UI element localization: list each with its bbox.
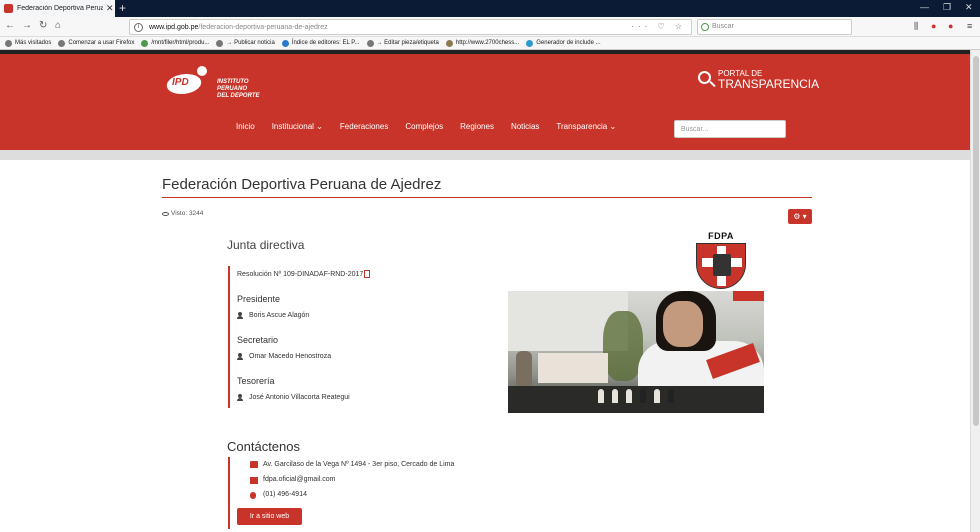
contact-heading: Contáctenos [227,439,300,454]
page-title: Federación Deportiva Peruana de Ajedrez [162,176,442,193]
user-icon [237,353,243,360]
role-title: Secretario [237,335,279,345]
url-text: www.ipd.gob.pe/federacion-deportiva-peru… [149,23,328,31]
browser-toolbar: ← → ↻ ⌂ i www.ipd.gob.pe/federacion-depo… [0,17,980,37]
bookmark-item[interactable]: /mnt/filer/html/produ... [141,39,209,47]
shield-icon [696,243,746,289]
reload-icon[interactable]: ↻ [39,20,47,31]
role-name: Omar Macedo Henostroza [249,353,332,360]
bookmark-item[interactable]: Más visitados [5,39,51,47]
nav-item-regiones[interactable]: Regiones [460,122,494,131]
addon-icon[interactable]: ● [931,21,936,31]
search-engine-icon [701,23,709,31]
bookmarks-bar: Más visitados Comenzar a usar Firefox /m… [0,37,980,50]
role-title: Tesorería [237,376,275,386]
nav-item-inicio[interactable]: Inicio [236,122,255,131]
contact-address: Av. Garcilaso de la Vega Nº 1494 - 3er p… [263,461,455,468]
main-nav: Inicio Institucional ⌄ Federaciones Comp… [236,122,633,131]
header-divider [0,150,970,160]
role-title: Presidente [237,294,281,304]
browser-tab[interactable]: Federación Deportiva Peruana ✕ [0,0,115,17]
ipd-logo-text: INSTITUTO PERUANO DEL DEPORTE [217,78,260,99]
transparency-portal-link[interactable]: PORTAL DE TRANSPARENCIA [697,68,819,90]
close-tab-icon[interactable]: ✕ [106,3,114,14]
close-window-icon[interactable]: ✕ [965,2,973,13]
page-actions-icons[interactable]: ··· ♡ ☆ [631,22,686,31]
contact-email[interactable]: fdpa.oficial@gmail.com [263,476,335,483]
fdpa-logo: FDPA [696,231,746,289]
fdpa-logo-text: FDPA [708,231,734,241]
restore-icon[interactable]: ❐ [943,2,951,13]
url-bar[interactable]: i www.ipd.gob.pe/federacion-deportiva-pe… [129,19,692,35]
new-tab-icon[interactable]: + [119,1,126,15]
web-page: IPD INSTITUTO PERUANO DEL DEPORTE PORTAL… [0,50,970,532]
junta-accent-bar [228,266,230,408]
bookmark-item[interactable]: Índice de editores: EL P... [281,39,360,47]
ipd-logo-mark: IPD [164,66,213,100]
contact-phone: (01) 496-4914 [263,491,307,498]
nav-item-complejos[interactable]: Complejos [405,122,443,131]
phone-icon [250,492,256,499]
pdf-icon [364,270,371,278]
tab-title: Federación Deportiva Peruana [17,5,103,12]
addon2-icon[interactable]: ● [948,21,953,31]
nav-item-institucional[interactable]: Institucional ⌄ [272,122,323,131]
favicon-icon [4,4,13,13]
magnifier-icon [697,70,716,88]
website-button[interactable]: Ir a sitio web [237,508,302,525]
role-name: Boris Ascue Alagón [249,312,310,319]
nav-item-transparencia[interactable]: Transparencia ⌄ [556,122,616,131]
site-header: IPD INSTITUTO PERUANO DEL DEPORTE PORTAL… [0,54,970,150]
bookmark-item[interactable]: → Editar pieza/etiqueta [366,39,439,47]
chess-player-photo [508,291,764,413]
eye-icon [162,211,169,216]
bookmark-item[interactable]: http://www.2700chess... [445,39,519,47]
role-name: José Antonio Villacorta Reategui [249,394,350,401]
envelope-icon [250,477,258,484]
bookmark-item[interactable]: → Publicar noticia [216,39,275,47]
bookmark-item[interactable]: Generador de include ... [526,39,601,47]
browser-tab-bar: Federación Deportiva Peruana ✕ + — ❐ ✕ [0,0,980,17]
user-icon [237,312,243,319]
view-count: Visto: 3244 [162,210,203,217]
library-icon[interactable]: ⫼ [914,21,918,32]
nav-item-federaciones[interactable]: Federaciones [340,122,388,131]
info-icon[interactable]: i [134,22,143,32]
junta-heading: Junta directiva [227,238,305,252]
resolution-link[interactable]: Resolución Nº 109-DINADAF-RND-2017 [237,270,371,278]
user-icon [237,394,243,401]
article-tools-button[interactable]: ⚙ ▾ [788,209,812,224]
back-icon[interactable]: ← [5,20,15,31]
minimize-icon[interactable]: — [920,2,929,12]
page-scrollbar[interactable] [970,50,980,532]
browser-search-input[interactable]: Buscar [697,19,852,35]
nav-item-noticias[interactable]: Noticias [511,122,539,131]
home-icon [250,461,258,468]
contact-accent-bar [228,457,230,529]
site-search-input[interactable]: Buscar... [674,120,786,138]
bookmark-item[interactable]: Comenzar a usar Firefox [58,39,134,47]
forward-icon[interactable]: → [22,20,32,31]
ipd-logo[interactable]: IPD INSTITUTO PERUANO DEL DEPORTE [164,66,260,100]
title-underline [162,197,812,198]
menu-icon[interactable]: ≡ [967,21,972,31]
home-icon[interactable]: ⌂ [55,20,61,31]
